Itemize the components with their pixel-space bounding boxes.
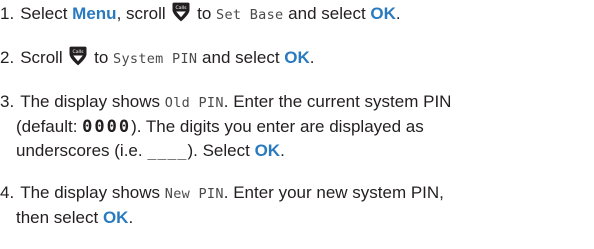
step-text: . Enter your new system PIN,	[223, 183, 444, 202]
step-text: (default:	[16, 117, 83, 136]
ok-key-label: OK	[284, 48, 310, 67]
step-text: The display shows	[20, 92, 165, 111]
step-text: .	[128, 208, 134, 227]
menu-key-label: Menu	[72, 4, 117, 23]
pin-underscores: ____	[147, 142, 188, 160]
step-text: and select	[283, 4, 371, 23]
display-text-new-pin: New PIN	[164, 186, 224, 202]
step-line: underscores (i.e. ____). Select OK.	[0, 139, 285, 163]
step-number: 2.	[0, 48, 15, 67]
step-2: 2. Scroll to System PIN and select OK.	[0, 46, 592, 71]
step-text: to	[89, 48, 114, 67]
step-text: then select	[16, 208, 103, 227]
step-3: 3. The display shows Old PIN. Enter the c…	[0, 90, 592, 163]
step-4: 4. The display shows New PIN. Enter your …	[0, 181, 592, 230]
display-text-old-pin: Old PIN	[164, 95, 224, 111]
step-number: 3.	[0, 92, 15, 111]
scroll-down-icon	[69, 46, 87, 66]
step-text: , scroll	[116, 4, 171, 23]
step-text: Scroll	[20, 48, 68, 67]
step-text: ). The digits you enter are displayed as	[131, 117, 424, 136]
step-text: .	[395, 4, 401, 23]
step-text: . Enter the current system PIN	[223, 92, 452, 111]
step-text: .	[309, 48, 315, 67]
step-text: .	[280, 141, 285, 160]
display-text-system-pin: System PIN	[113, 51, 198, 67]
step-text: to	[192, 4, 217, 23]
step-line: (default: 0000). The digits you enter ar…	[0, 115, 424, 139]
step-number: 4.	[0, 183, 15, 202]
ok-key-label: OK	[102, 208, 129, 227]
instruction-steps: 1. Select Menu, scroll to Set Base and se…	[0, 0, 594, 249]
step-text: and select	[197, 48, 285, 67]
step-text: The display shows	[20, 183, 165, 202]
step-text: Select	[20, 4, 73, 23]
step-number: 1.	[0, 4, 15, 23]
ok-key-label: OK	[370, 4, 396, 23]
ok-key-label: OK	[254, 141, 281, 160]
step-1: 1. Select Menu, scroll to Set Base and se…	[0, 2, 592, 27]
scroll-down-icon	[172, 2, 190, 22]
default-pin-value: 0000	[82, 117, 132, 137]
step-line: then select OK.	[0, 206, 133, 230]
step-text: ). Select	[187, 141, 255, 160]
step-text: underscores (i.e.	[16, 141, 148, 160]
display-text-set-base: Set Base	[216, 7, 284, 23]
